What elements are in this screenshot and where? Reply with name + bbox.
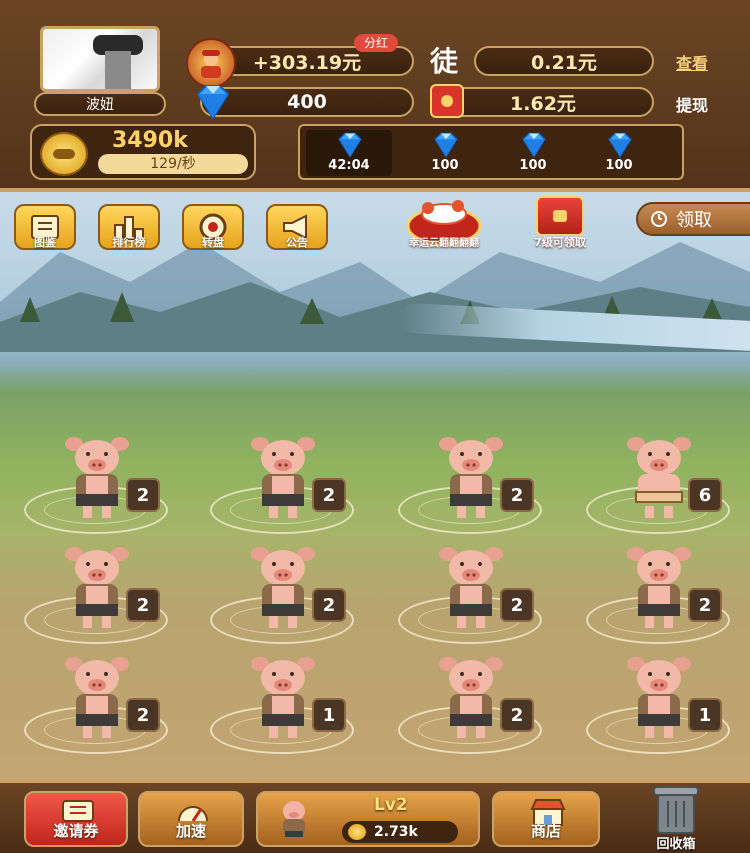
header-panel: 波妞 +303.19元 分红 徒 0.21元 查看 400 1.62元 提现 3… [0, 0, 750, 192]
pig-slot[interactable]: 2 [200, 424, 360, 534]
god-of-wealth-icon [186, 38, 236, 88]
pig-slot[interactable]: 2 [14, 644, 174, 754]
coin-box: 3490k 129/秒 [30, 124, 256, 180]
pig-slot[interactable]: 6 [576, 424, 736, 534]
shop-button[interactable]: 商店 [492, 791, 600, 847]
red-packet-icon [430, 84, 464, 118]
diamond-slots: 42:04 100 100 100 [298, 124, 684, 180]
diamond-slot[interactable]: 100 [490, 130, 576, 176]
pig-slot[interactable]: 2 [200, 534, 360, 644]
pig-slot[interactable]: 2 [14, 534, 174, 644]
pig-level-badge: 6 [688, 478, 722, 512]
pig-level-badge: 2 [500, 478, 534, 512]
speed-up-button[interactable]: 加速 [138, 791, 244, 847]
shop-label: 商店 [530, 822, 561, 840]
diamond-slot-value: 100 [605, 158, 633, 173]
diamond-slot-value: 100 [519, 158, 547, 173]
buy-pig-price-box: 2.73k [342, 821, 458, 843]
username-label: 波妞 [34, 92, 166, 116]
invite-label: 邀请券 [53, 822, 99, 840]
diamond-slot-timer: 42:04 [328, 158, 370, 173]
bottom-bar: 邀请券 加速 Lv2 2.73k 商店 回收箱 [0, 780, 750, 853]
pig-slot[interactable]: 2 [388, 424, 548, 534]
view-link[interactable]: 查看 [676, 50, 708, 74]
pig-level-badge: 2 [126, 588, 160, 622]
buy-pig-price: 2.73k [374, 824, 418, 840]
coin-total: 3490k [112, 128, 188, 153]
pig-level-badge: 2 [312, 478, 346, 512]
lucky-drum-label: 幸运云翻翻翻翻 [409, 238, 479, 249]
diamond-icon [190, 84, 236, 120]
pig-level-badge: 2 [500, 698, 534, 732]
level7-redpacket-button[interactable] [536, 196, 584, 236]
ranking-label: 排行榜 [112, 236, 146, 249]
pig-slot[interactable]: 2 [388, 644, 548, 754]
recycle-bin-label: 回收箱 [656, 837, 696, 852]
pig-level-badge: 2 [312, 588, 346, 622]
wheel-label: 转盘 [202, 236, 224, 249]
pig-level-badge: 2 [688, 588, 722, 622]
pig-slot[interactable]: 2 [14, 424, 174, 534]
recycle-bin-button[interactable]: 回收箱 [636, 785, 716, 852]
pig-level-badge: 1 [688, 698, 722, 732]
pig-icon [283, 801, 305, 837]
pig-level-badge: 2 [500, 588, 534, 622]
diamond-slot-value: 100 [431, 158, 459, 173]
pig-slot[interactable]: 1 [576, 644, 736, 754]
avatar[interactable] [40, 26, 160, 92]
diamond-slot[interactable]: 100 [402, 130, 488, 176]
pig-slot[interactable]: 1 [200, 644, 360, 754]
level7-redpacket-label: 7级可领取 [534, 236, 586, 249]
trash-can-icon [653, 786, 699, 834]
pig-level-badge: 2 [126, 478, 160, 512]
game-field: 图鉴 排行榜 转盘 公告 幸运云翻翻翻翻 7级可领取 领取 2 2 2 6 2 2 2 2 2 1… [0, 192, 750, 780]
apprentice-label: 徒 [430, 45, 459, 78]
buy-pig-level: Lv2 [374, 795, 408, 815]
claim-button[interactable]: 领取 [636, 202, 750, 236]
notice-label: 公告 [286, 236, 308, 249]
invite-button[interactable]: 邀请券 [24, 791, 128, 847]
apprentice-amount: 0.21元 [474, 46, 654, 76]
catalog-label: 图鉴 [34, 236, 56, 249]
buy-pig-button[interactable]: Lv2 2.73k [256, 791, 480, 847]
coin-icon [40, 132, 88, 176]
diamond-slot[interactable]: 42:04 [306, 130, 392, 176]
withdraw-link[interactable]: 提现 [676, 92, 708, 116]
clock-icon [651, 211, 667, 227]
share-badge: 分红 [354, 34, 398, 52]
pig-level-badge: 2 [126, 698, 160, 732]
pig-slot[interactable]: 2 [388, 534, 548, 644]
pig-level-badge: 1 [312, 698, 346, 732]
diamond-slot[interactable]: 100 [576, 130, 662, 176]
redpacket-amount: 1.62元 [432, 87, 654, 117]
claim-label: 领取 [676, 210, 712, 231]
coin-icon [348, 824, 366, 840]
speed-up-label: 加速 [175, 822, 206, 840]
coin-rate: 129/秒 [98, 154, 248, 174]
pig-slot[interactable]: 2 [576, 534, 736, 644]
